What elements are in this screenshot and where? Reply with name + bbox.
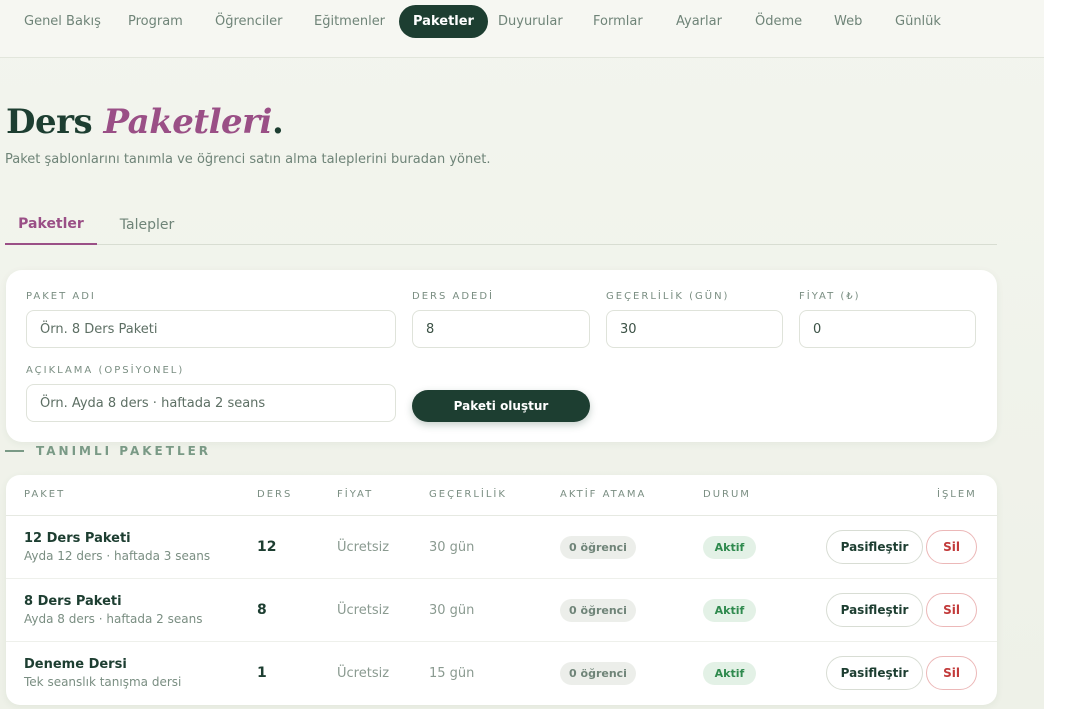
nav-item-settings[interactable]: Ayarlar bbox=[676, 5, 722, 38]
create-package-button[interactable]: Paketi oluştur bbox=[412, 390, 590, 422]
app-window: Genel Bakış Program Öğrenciler Eğitmenle… bbox=[0, 0, 1044, 709]
package-name: Deneme Dersi bbox=[24, 657, 127, 672]
status-badge: Aktif bbox=[703, 662, 756, 685]
tab-bar: Paketler Talepler bbox=[5, 205, 997, 245]
nav-item-instructors[interactable]: Eğitmenler bbox=[314, 5, 385, 38]
th-active-assignment: AKTİF ATAMA bbox=[560, 489, 647, 500]
page-title: Ders Paketleri. bbox=[6, 102, 284, 142]
package-price: Ücretsiz bbox=[337, 603, 390, 618]
package-description: Ayda 12 ders · haftada 3 seans bbox=[24, 549, 211, 563]
package-name-label: PAKET ADI bbox=[26, 291, 96, 302]
assigned-badge: 0 öğrenci bbox=[560, 662, 636, 685]
nav-item-announcements[interactable]: Duyurular bbox=[498, 5, 563, 38]
section-divider bbox=[5, 450, 24, 452]
th-lessons: DERS bbox=[257, 489, 293, 500]
table-header: PAKET DERS FİYAT GEÇERLİLİK AKTİF ATAMA … bbox=[6, 475, 997, 516]
th-action: İŞLEM bbox=[937, 489, 977, 500]
price-label: FİYAT (₺) bbox=[799, 291, 861, 302]
delete-button[interactable]: Sil bbox=[926, 530, 977, 564]
table-row: Deneme Dersi Tek seanslık tanışma dersi … bbox=[6, 642, 997, 705]
nav-item-payment[interactable]: Ödeme bbox=[755, 5, 802, 38]
nav-item-program[interactable]: Program bbox=[128, 5, 183, 38]
package-price: Ücretsiz bbox=[337, 540, 390, 555]
status-badge: Aktif bbox=[703, 599, 756, 622]
delete-button[interactable]: Sil bbox=[926, 593, 977, 627]
lesson-count-input[interactable]: 8 bbox=[412, 310, 590, 348]
package-validity: 15 gün bbox=[429, 666, 475, 681]
nav-item-packages[interactable]: Paketler bbox=[399, 5, 488, 38]
th-status: DURUM bbox=[703, 489, 751, 500]
th-price: FİYAT bbox=[337, 489, 374, 500]
page-title-dot: . bbox=[271, 102, 284, 142]
status-badge: Aktif bbox=[703, 536, 756, 559]
lesson-count-label: DERS ADEDİ bbox=[412, 291, 495, 302]
assigned-badge: 0 öğrenci bbox=[560, 536, 636, 559]
validity-label: GEÇERLİLİK (GÜN) bbox=[606, 291, 730, 302]
nav-item-web[interactable]: Web bbox=[834, 5, 862, 38]
package-description: Ayda 8 ders · haftada 2 seans bbox=[24, 612, 203, 626]
nav-item-daily[interactable]: Günlük bbox=[895, 5, 941, 38]
package-name: 8 Ders Paketi bbox=[24, 594, 122, 609]
validity-input[interactable]: 30 bbox=[606, 310, 783, 348]
package-price: Ücretsiz bbox=[337, 666, 390, 681]
th-validity: GEÇERLİLİK bbox=[429, 489, 507, 500]
description-label: AÇIKLAMA (OPSİYONEL) bbox=[26, 365, 185, 376]
package-name: 12 Ders Paketi bbox=[24, 531, 131, 546]
deactivate-button[interactable]: Pasifleştir bbox=[826, 656, 923, 690]
nav-item-overview[interactable]: Genel Bakış bbox=[24, 5, 101, 38]
delete-button[interactable]: Sil bbox=[926, 656, 977, 690]
th-package: PAKET bbox=[24, 489, 66, 500]
deactivate-button[interactable]: Pasifleştir bbox=[826, 530, 923, 564]
page-title-accent: Paketleri bbox=[103, 102, 273, 142]
package-validity: 30 gün bbox=[429, 603, 475, 618]
nav-item-forms[interactable]: Formlar bbox=[593, 5, 643, 38]
section-title: TANIMLI PAKETLER bbox=[36, 444, 212, 458]
deactivate-button[interactable]: Pasifleştir bbox=[826, 593, 923, 627]
price-input[interactable]: 0 bbox=[799, 310, 976, 348]
packages-table: PAKET DERS FİYAT GEÇERLİLİK AKTİF ATAMA … bbox=[6, 475, 997, 705]
tab-requests[interactable]: Talepler bbox=[109, 205, 185, 245]
package-name-input[interactable]: Örn. 8 Ders Paketi bbox=[26, 310, 396, 348]
package-validity: 30 gün bbox=[429, 540, 475, 555]
lesson-count: 1 bbox=[257, 665, 267, 681]
top-nav: Genel Bakış Program Öğrenciler Eğitmenle… bbox=[0, 0, 1044, 58]
description-input[interactable]: Örn. Ayda 8 ders · haftada 2 seans bbox=[26, 384, 396, 422]
assigned-badge: 0 öğrenci bbox=[560, 599, 636, 622]
lesson-count: 12 bbox=[257, 539, 277, 555]
lesson-count: 8 bbox=[257, 602, 267, 618]
page-subtitle: Paket şablonlarını tanımla ve öğrenci sa… bbox=[5, 152, 491, 167]
table-row: 8 Ders Paketi Ayda 8 ders · haftada 2 se… bbox=[6, 579, 997, 642]
package-description: Tek seanslık tanışma dersi bbox=[24, 675, 182, 689]
table-row: 12 Ders Paketi Ayda 12 ders · haftada 3 … bbox=[6, 516, 997, 579]
nav-item-students[interactable]: Öğrenciler bbox=[215, 5, 283, 38]
defined-packages-header: TANIMLI PAKETLER bbox=[5, 443, 211, 459]
page-title-main: Ders bbox=[6, 102, 93, 142]
create-package-form: PAKET ADI Örn. 8 Ders Paketi DERS ADEDİ … bbox=[6, 270, 997, 442]
tab-packages[interactable]: Paketler bbox=[5, 205, 97, 245]
